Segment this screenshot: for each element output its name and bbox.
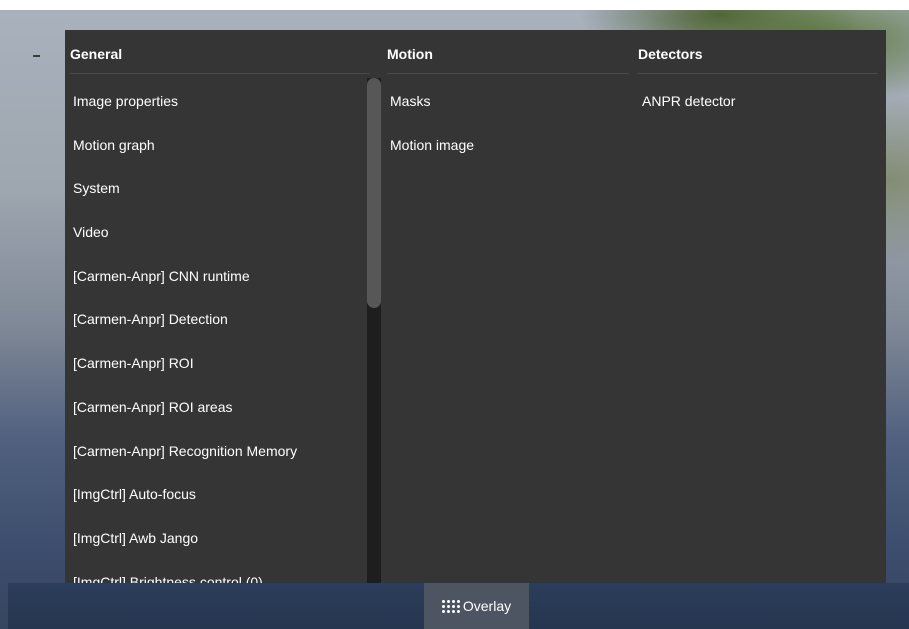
grid-dots-icon <box>441 599 460 613</box>
overlay-button[interactable]: Overlay <box>424 583 529 629</box>
column-detectors: Detectors ANPR detector <box>630 30 886 583</box>
column-motion: Motion Masks Motion image <box>382 30 630 583</box>
menu-item-video[interactable]: Video <box>65 211 297 255</box>
column-header-general: General <box>70 30 370 74</box>
menu-item-roi-areas[interactable]: [Carmen-Anpr] ROI areas <box>65 386 297 430</box>
menu-item-detection[interactable]: [Carmen-Anpr] Detection <box>65 298 297 342</box>
column-header-motion: Motion <box>387 30 629 74</box>
menu-item-brightness-control[interactable]: [ImgCtrl] Brightness control (0) <box>65 561 297 583</box>
column-header-detectors: Detectors <box>638 30 878 74</box>
scrollbar-thumb[interactable] <box>367 78 381 308</box>
menu-item-roi[interactable]: [Carmen-Anpr] ROI <box>65 342 297 386</box>
detectors-item-list: ANPR detector <box>630 80 735 124</box>
general-item-list: Image properties Motion graph System Vid… <box>65 80 297 583</box>
column-general: General Image properties Motion graph Sy… <box>65 30 382 583</box>
menu-item-cnn-runtime[interactable]: [Carmen-Anpr] CNN runtime <box>65 255 297 299</box>
menu-item-motion-image[interactable]: Motion image <box>382 124 474 168</box>
menu-item-recognition-memory[interactable]: [Carmen-Anpr] Recognition Memory <box>65 430 297 474</box>
menu-item-system[interactable]: System <box>65 167 297 211</box>
collapse-handle[interactable] <box>33 55 40 57</box>
menu-item-masks[interactable]: Masks <box>382 80 474 124</box>
menu-item-anpr-detector[interactable]: ANPR detector <box>630 80 735 124</box>
camera-view: General Image properties Motion graph Sy… <box>0 0 909 629</box>
menu-item-auto-focus[interactable]: [ImgCtrl] Auto-focus <box>65 473 297 517</box>
overlay-menu-panel: General Image properties Motion graph Sy… <box>65 30 886 583</box>
menu-item-awb-jango[interactable]: [ImgCtrl] Awb Jango <box>65 517 297 561</box>
motion-item-list: Masks Motion image <box>382 80 474 167</box>
menu-item-image-properties[interactable]: Image properties <box>65 80 297 124</box>
overlay-button-label: Overlay <box>462 598 512 614</box>
top-edge <box>0 0 909 10</box>
menu-item-motion-graph[interactable]: Motion graph <box>65 124 297 168</box>
